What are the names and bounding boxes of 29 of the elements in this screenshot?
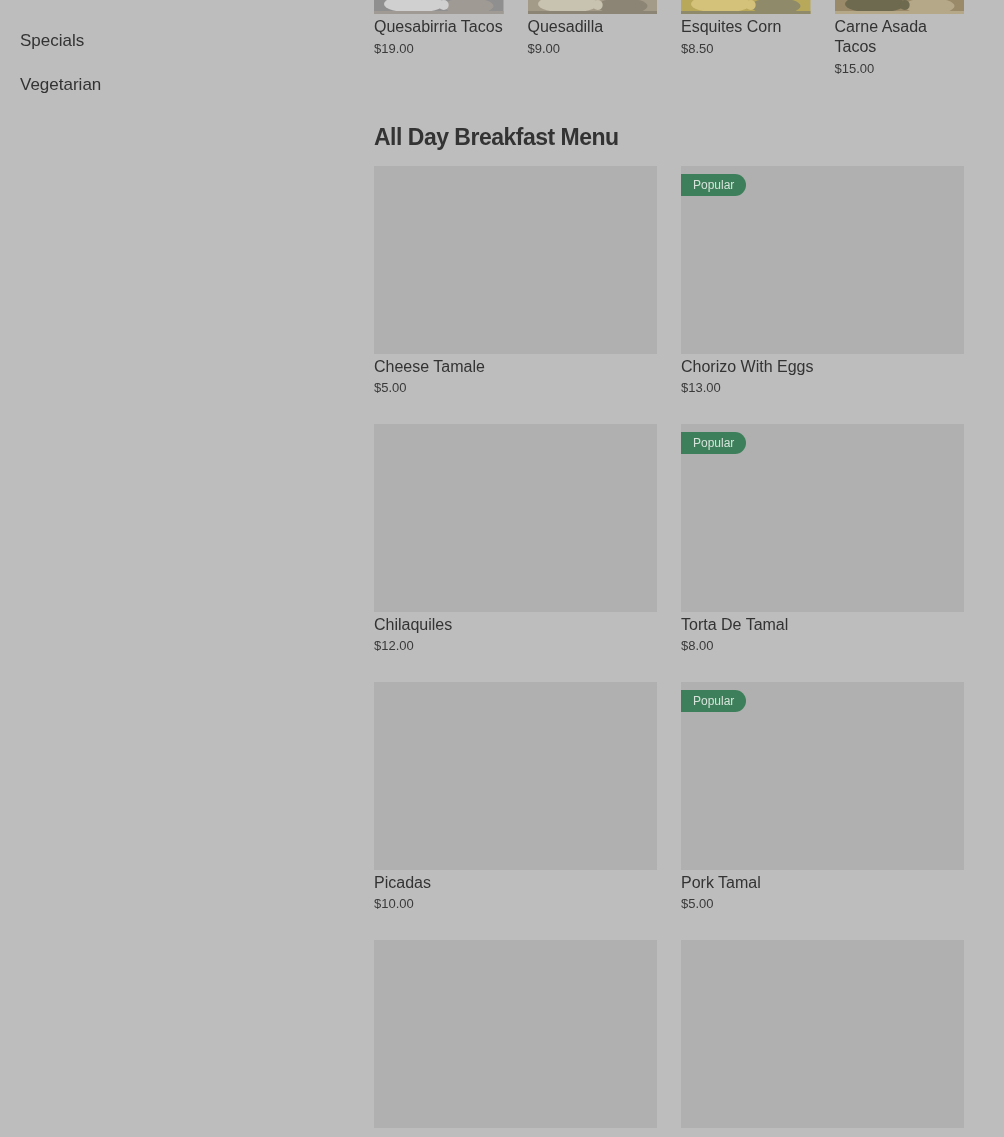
item-name[interactable]: Picadas	[374, 873, 431, 893]
item-price: $12.00	[374, 638, 414, 653]
item-name[interactable]: Quesabirria Tacos	[374, 17, 504, 37]
item-price: $15.00	[834, 61, 875, 76]
item-price: $5.00	[374, 380, 407, 395]
item-name[interactable]: Pork Tamal	[681, 873, 761, 893]
item-price: $8.50	[681, 41, 714, 56]
popular-badge: Popular	[681, 690, 747, 712]
item-price: $19.00	[374, 41, 414, 56]
item-name[interactable]: Chorizo With Eggs	[681, 357, 814, 377]
popular-badge: Popular	[681, 432, 747, 454]
item-name[interactable]: Torta De Tamal	[681, 615, 789, 635]
image-placeholder[interactable]: Popular	[681, 424, 964, 612]
section-title: All Day Breakfast Menu	[374, 124, 619, 150]
item-name[interactable]: Chilaquiles	[374, 615, 453, 635]
item-name[interactable]: Cheese Tamale	[374, 357, 485, 377]
item-price: $5.00	[681, 896, 714, 911]
item-price: $10.00	[374, 896, 414, 911]
category-link[interactable]: Vegetarian	[20, 75, 102, 94]
category-link[interactable]: Specials	[20, 31, 85, 50]
image-placeholder[interactable]: Popular	[681, 682, 964, 870]
item-name[interactable]: Carne Asada Tacos	[834, 17, 964, 57]
popular-badge: Popular	[681, 174, 747, 196]
item-name[interactable]: Esquites Corn	[681, 17, 811, 37]
item-name[interactable]: Quesadilla	[527, 17, 657, 37]
image-placeholder[interactable]: Popular	[681, 166, 964, 354]
item-price: $13.00	[681, 380, 721, 395]
item-price: $9.00	[527, 41, 561, 56]
item-price: $8.00	[681, 638, 714, 653]
